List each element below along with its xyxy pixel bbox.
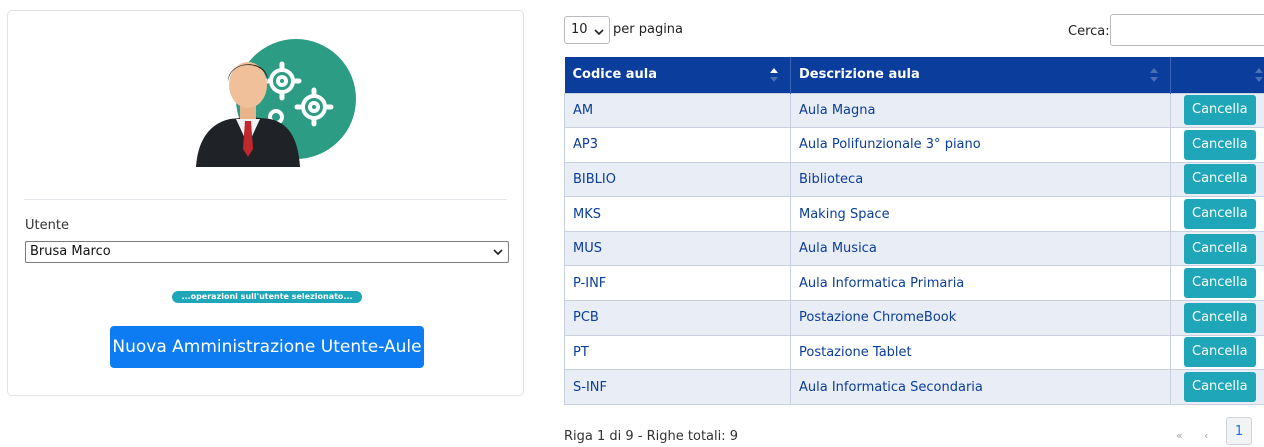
page-length-value: 10 xyxy=(571,22,588,37)
table-row: MKS Making Space Cancella xyxy=(565,197,1264,232)
classroom-code: S-INF xyxy=(565,370,791,405)
classroom-code: MKS xyxy=(565,197,791,232)
table-row: PT Postazione Tablet Cancella xyxy=(565,335,1264,370)
classroom-description: Biblioteca xyxy=(791,162,1171,197)
column-header-actions[interactable] xyxy=(1171,57,1264,93)
classroom-description: Aula Informatica Secondaria xyxy=(791,370,1171,405)
classroom-code: AP3 xyxy=(565,128,791,163)
classroom-description: Postazione Tablet xyxy=(791,335,1171,370)
delete-button[interactable]: Cancella xyxy=(1184,268,1256,298)
delete-button[interactable]: Cancella xyxy=(1184,372,1256,402)
delete-button[interactable]: Cancella xyxy=(1184,303,1256,333)
delete-button[interactable]: Cancella xyxy=(1184,95,1256,125)
page-length-label: per pagina xyxy=(613,22,683,37)
classroom-code: P-INF xyxy=(565,266,791,301)
classroom-table: Codice aula Descrizione aula AM A xyxy=(564,57,1264,405)
search-label: Cerca: xyxy=(1068,24,1110,39)
user-select-value: Brusa Marco xyxy=(30,244,111,259)
user-select[interactable]: Brusa Marco xyxy=(25,241,509,263)
table-row: MUS Aula Musica Cancella xyxy=(565,231,1264,266)
classroom-description: Aula Informatica Primaria xyxy=(791,266,1171,301)
classroom-description: Making Space xyxy=(791,197,1171,232)
classroom-code: AM xyxy=(565,93,791,128)
table-row: P-INF Aula Informatica Primaria Cancella xyxy=(565,266,1264,301)
classroom-code: MUS xyxy=(565,231,791,266)
classroom-code: PT xyxy=(565,335,791,370)
table-row: AP3 Aula Polifunzionale 3° piano Cancell… xyxy=(565,128,1264,163)
delete-button[interactable]: Cancella xyxy=(1184,130,1256,160)
classroom-description: Aula Musica xyxy=(791,231,1171,266)
user-operations-badge[interactable]: ...operazioni sull'utente selezionato... xyxy=(172,291,362,303)
delete-button[interactable]: Cancella xyxy=(1184,164,1256,194)
first-page-button[interactable]: « xyxy=(1176,429,1183,442)
sort-icon xyxy=(1255,68,1263,82)
section-divider xyxy=(24,199,507,200)
search-input[interactable] xyxy=(1110,14,1264,46)
user-panel: Utente Brusa Marco ...operazioni sull'ut… xyxy=(7,10,524,396)
new-user-classroom-admin-button[interactable]: Nuova Amministrazione Utente-Aule xyxy=(110,326,424,368)
table-row: AM Aula Magna Cancella xyxy=(565,93,1264,128)
table-row: S-INF Aula Informatica Secondaria Cancel… xyxy=(565,370,1264,405)
column-header-description[interactable]: Descrizione aula xyxy=(791,57,1171,93)
page-length-select[interactable]: 10 xyxy=(564,16,610,44)
sort-icon xyxy=(1150,68,1158,82)
sort-ascending-icon xyxy=(770,68,778,82)
page-1-button[interactable]: 1 xyxy=(1226,417,1252,445)
delete-button[interactable]: Cancella xyxy=(1184,199,1256,229)
user-field-label: Utente xyxy=(25,218,69,233)
table-info: Riga 1 di 9 - Righe totali: 9 xyxy=(564,429,738,444)
table-row: PCB Postazione ChromeBook Cancella xyxy=(565,301,1264,336)
classroom-description: Aula Magna xyxy=(791,93,1171,128)
classroom-code: BIBLIO xyxy=(565,162,791,197)
chevron-down-icon xyxy=(493,246,503,258)
chevron-down-icon xyxy=(594,26,604,38)
classroom-description: Aula Polifunzionale 3° piano xyxy=(791,128,1171,163)
column-header-code-label: Codice aula xyxy=(573,67,658,82)
table-row: BIBLIO Biblioteca Cancella xyxy=(565,162,1264,197)
admin-gears-illustration xyxy=(190,29,360,169)
delete-button[interactable]: Cancella xyxy=(1184,234,1256,264)
classroom-code: PCB xyxy=(565,301,791,336)
column-header-code[interactable]: Codice aula xyxy=(565,57,791,93)
classroom-description: Postazione ChromeBook xyxy=(791,301,1171,336)
previous-page-button[interactable]: ‹ xyxy=(1204,429,1208,442)
column-header-description-label: Descrizione aula xyxy=(799,67,920,82)
delete-button[interactable]: Cancella xyxy=(1184,337,1256,367)
